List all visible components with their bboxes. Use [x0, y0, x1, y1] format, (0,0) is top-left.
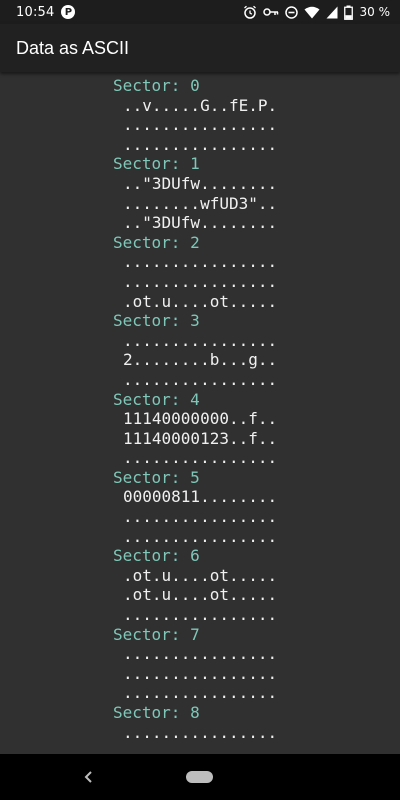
sector-block: Sector: 8................ [113, 703, 277, 742]
sector-data-line: .ot.u....ot..... [123, 585, 278, 605]
sector-block: Sector: 5 00000811.......................… [113, 468, 277, 546]
signal-icon [326, 6, 337, 18]
sector-scroll-view[interactable]: Sector: 0 ..v.....G..fE.P................… [0, 72, 400, 754]
do-not-disturb-icon [284, 5, 298, 19]
wifi-icon [304, 6, 319, 18]
back-icon[interactable] [82, 768, 96, 786]
app-notification-icon: P [61, 5, 76, 19]
status-bar: 10:54 P 30 % [0, 0, 400, 24]
sector-title: Sector: 8 [113, 703, 200, 722]
battery-percentage: 30 % [359, 5, 391, 19]
sector-title: Sector: 6 [113, 546, 200, 566]
sector-data-line: ................ [123, 683, 278, 703]
sector-data-line: .."3DUfw........ [123, 213, 278, 233]
sector-block: Sector: 6 .ot.u....ot..... .ot.u....ot....… [113, 546, 277, 624]
sector-title: Sector: 3 [113, 311, 200, 331]
sector-title: Sector: 1 [113, 154, 200, 174]
sector-data-line: .."3DUfw........ [123, 173, 278, 193]
sector-title: Sector: 4 [113, 389, 200, 409]
sector-data-line: ................ [123, 605, 278, 625]
sector-data-line: ................ [123, 252, 278, 272]
sector-data-line: ................ [123, 369, 278, 389]
sector-title: Sector: 2 [113, 232, 200, 252]
sector-block: Sector: 1 .."3DUfw........ ........wfUD3".… [113, 154, 277, 232]
sector-data-line: .ot.u....ot..... [123, 565, 278, 585]
alarm-icon [243, 5, 256, 19]
sector-block: Sector: 4 11140000000..f.. 11140000123..f.… [113, 390, 277, 468]
status-icons: 30 % [243, 5, 391, 20]
sector-data-line: 00000811........ [123, 487, 278, 507]
sector-data-line: ................ [123, 526, 278, 546]
sector-block: Sector: 2...............................… [113, 233, 277, 311]
sector-data-line: ................ [123, 115, 278, 135]
sector-data-line: ........wfUD3".. [123, 193, 278, 213]
sector-data-line: ................ [123, 330, 278, 350]
sector-data-line: ................ [123, 722, 278, 742]
sector-data-line: ................ [123, 663, 278, 683]
navigation-bar [0, 754, 400, 800]
sector-data-line: 2........b...g.. [123, 350, 278, 370]
sector-title: Sector: 0 [113, 76, 200, 95]
sector-block: Sector: 0 ..v.....G..fE.P................… [113, 76, 277, 154]
app-bar: Data as ASCII [0, 24, 400, 72]
sector-block: Sector: 3................ 2........b...g.… [113, 311, 277, 389]
sector-data-line: ................ [123, 134, 278, 154]
sector-title: Sector: 5 [113, 467, 200, 487]
sector-data-line: ..v.....G..fE.P. [123, 95, 278, 115]
sector-data-line: 11140000123..f.. [123, 428, 278, 448]
app-title: Data as ASCII [16, 37, 130, 58]
sector-block: Sector: 7...............................… [113, 625, 277, 703]
sector-title: Sector: 7 [113, 624, 200, 644]
sector-data-line: ................ [123, 271, 278, 291]
sector-data-line: .ot.u....ot..... [123, 291, 278, 311]
battery-icon [343, 5, 353, 20]
key-icon [262, 8, 278, 16]
sector-data-line: 11140000000..f.. [123, 409, 278, 429]
sector-list: Sector: 0 ..v.....G..fE.P................… [113, 76, 277, 742]
home-pill-icon[interactable] [186, 771, 213, 783]
sector-data-line: ................ [123, 507, 278, 527]
sector-data-line: ................ [123, 448, 278, 468]
status-time: 10:54 [16, 4, 55, 20]
sector-data-line: ................ [123, 644, 278, 664]
